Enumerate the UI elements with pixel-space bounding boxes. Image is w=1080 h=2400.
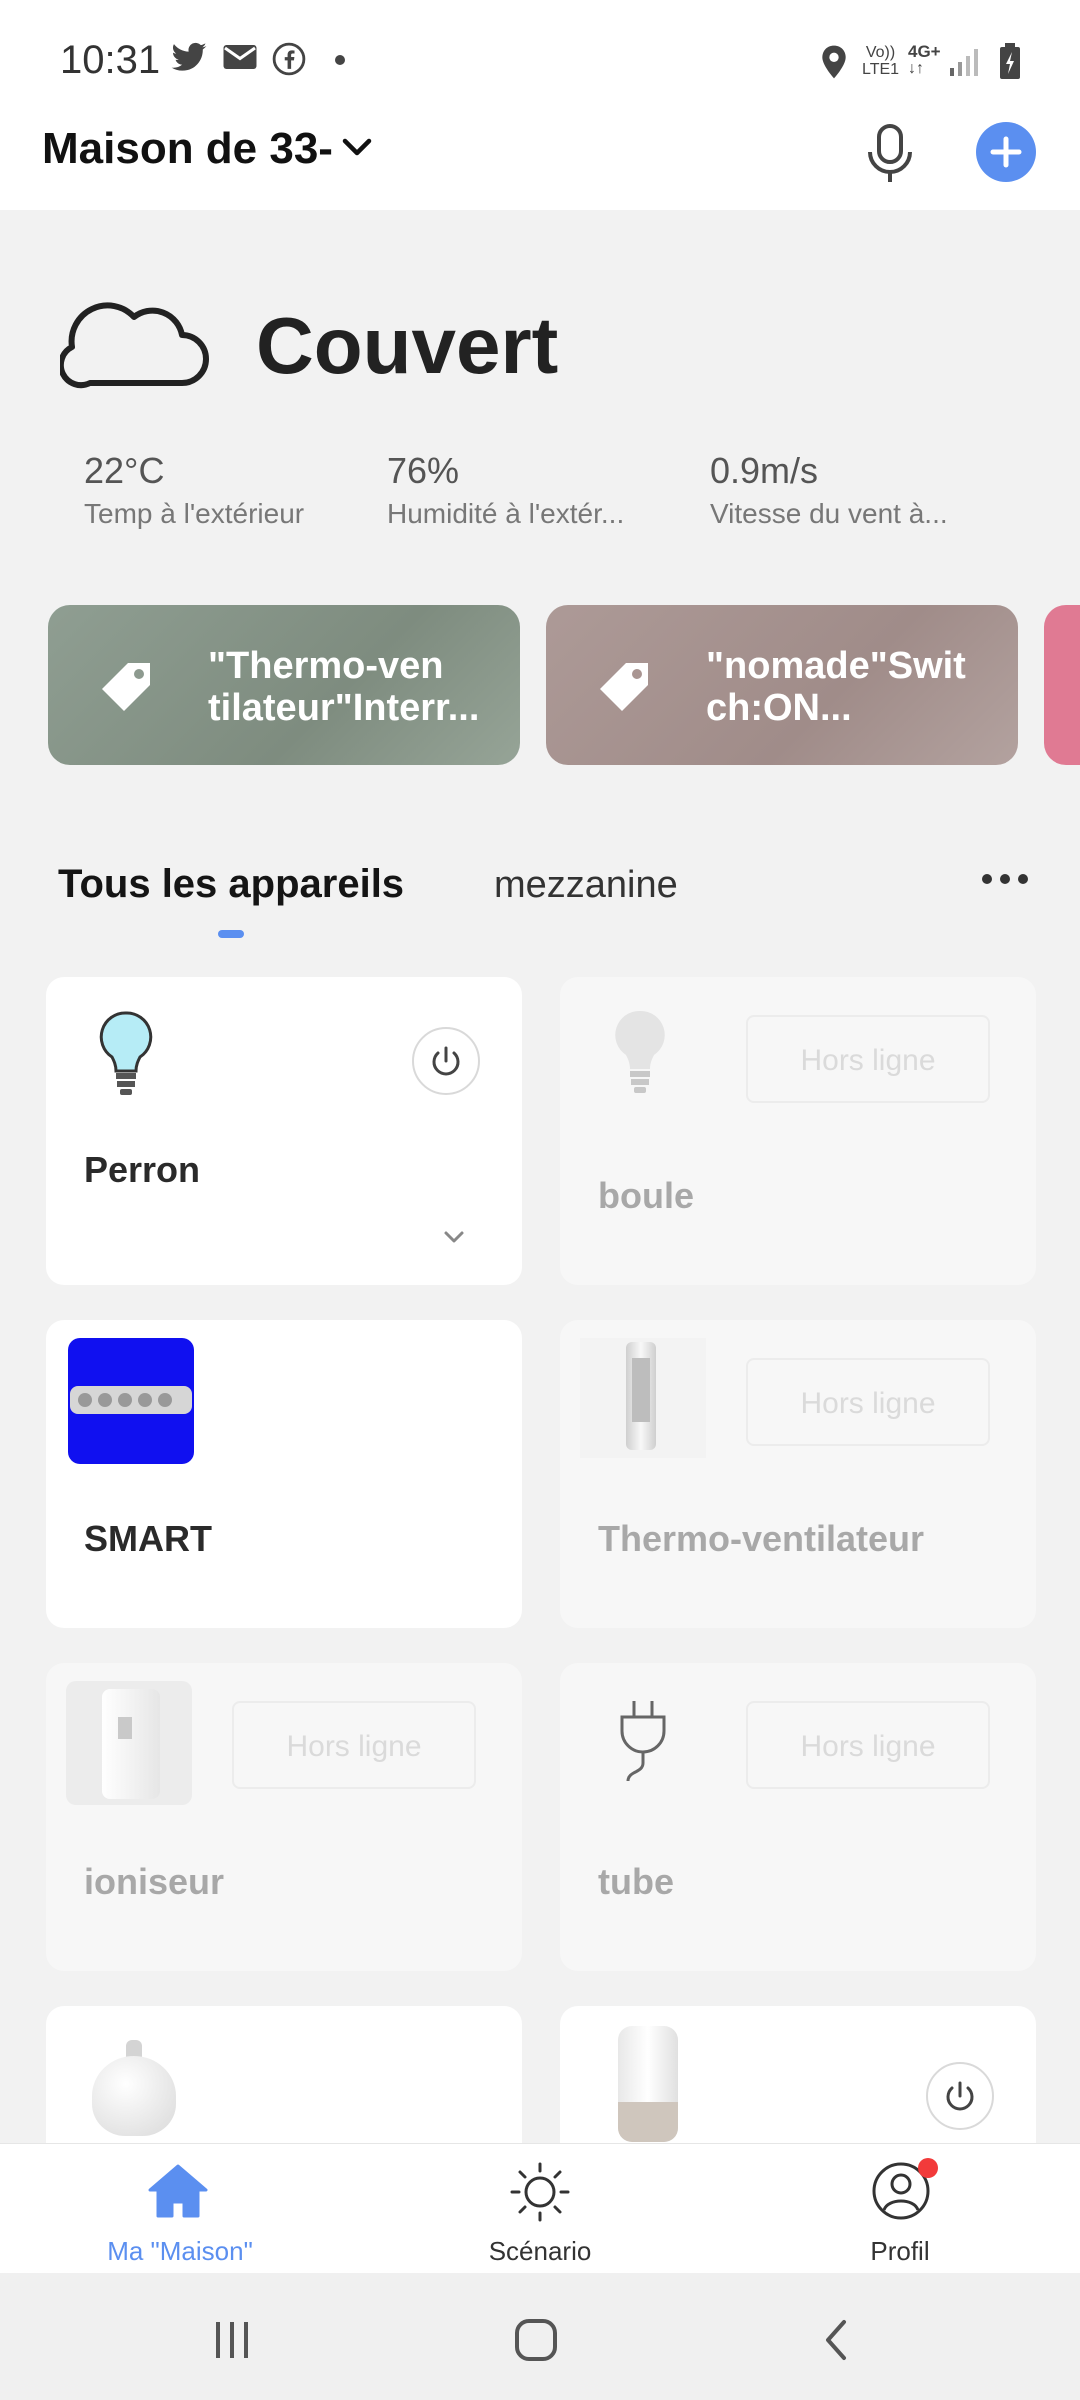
signal-icon — [950, 49, 978, 76]
4g-icon: 4G+ ↓↑ — [908, 42, 941, 77]
recent-apps-icon[interactable] — [210, 2318, 254, 2362]
dot-icon — [335, 55, 345, 65]
scene-label-line1: "Thermo-ven — [208, 645, 444, 687]
device-name: Perron — [84, 1149, 201, 1190]
device-card-tube[interactable]: Hors ligne tube — [560, 1663, 1036, 1971]
scene-card[interactable]: "Thermo-ven tilateur"Interr... — [48, 605, 520, 765]
weather-humidity-value: 76% — [387, 450, 460, 491]
device-card-thermo-ventilateur[interactable]: Hors ligne Thermo-ventilateur — [560, 1320, 1036, 1628]
more-options-icon[interactable] — [980, 872, 1030, 886]
cloud-icon — [60, 302, 209, 389]
notification-badge — [918, 2158, 938, 2178]
tag-icon — [102, 663, 150, 711]
scene-card-partial[interactable] — [1044, 605, 1080, 765]
scene-label: "nomade"Swit ch:ON... — [706, 645, 966, 729]
device-name: ioniseur — [84, 1861, 225, 1902]
offline-badge: Hors ligne — [232, 1701, 476, 1789]
nav-profile[interactable]: Profil — [780, 2152, 1020, 2272]
add-device-button[interactable] — [976, 122, 1036, 182]
power-icon — [946, 2081, 974, 2111]
bulb-icon — [99, 1011, 153, 1095]
power-icon — [432, 1046, 460, 1076]
home-system-icon[interactable] — [512, 2316, 560, 2364]
device-card-ioniseur[interactable]: Hors ligne ioniseur — [46, 1663, 522, 1971]
bulb-icon — [615, 1010, 665, 1093]
weather-humidity-label: Humidité à l'extér... — [387, 498, 625, 529]
device-card-boule[interactable]: Hors ligne boule — [560, 977, 1036, 1285]
scene-card[interactable]: "nomade"Swit ch:ON... — [546, 605, 1018, 765]
power-button[interactable] — [926, 2062, 994, 2130]
home-selector-label[interactable]: Maison de 33- — [42, 124, 333, 174]
device-card-smart[interactable]: SMART — [46, 1320, 522, 1628]
weather-temp-label: Temp à l'extérieur — [84, 498, 305, 529]
scene-label: "Thermo-ven tilateur"Interr... — [208, 645, 479, 729]
offline-badge: Hors ligne — [746, 1701, 990, 1789]
scene-label-line2: ch:ON... — [706, 687, 852, 729]
sun-icon — [510, 2162, 570, 2222]
device-name: SMART — [84, 1518, 212, 1559]
tag-icon — [600, 663, 648, 711]
network-type: 4G+ — [908, 42, 941, 61]
device-name: Thermo-ventilateur — [598, 1518, 925, 1559]
home-icon — [148, 2164, 208, 2218]
weather-wind-label: Vitesse du vent à... — [710, 498, 948, 529]
back-icon[interactable] — [818, 2316, 854, 2364]
offline-badge: Hors ligne — [746, 1015, 990, 1103]
battery-icon — [1000, 43, 1020, 79]
power-button[interactable] — [412, 1027, 480, 1095]
nav-home[interactable]: Ma "Maison" — [60, 2152, 300, 2272]
chevron-down-icon[interactable] — [340, 136, 374, 160]
weather-temp-value: 22°C — [84, 450, 165, 491]
nav-profile-label: Profil — [870, 2236, 930, 2266]
twitter-icon — [171, 42, 207, 71]
active-tab-indicator — [218, 930, 244, 938]
weather-condition: Couvert — [256, 301, 559, 390]
nav-scenario-label: Scénario — [488, 2236, 592, 2266]
microphone-icon[interactable] — [862, 122, 918, 186]
mail-icon — [223, 45, 257, 69]
device-name: tube — [598, 1861, 674, 1902]
offline-badge: Hors ligne — [746, 1358, 990, 1446]
volte-icon: Vo)) LTE1 — [862, 44, 899, 78]
volte-line1: Vo)) — [865, 44, 896, 61]
power-strip-icon — [68, 1338, 194, 1464]
nav-scenario[interactable]: Scénario — [420, 2152, 660, 2272]
scene-label-line1: "nomade"Swit — [706, 645, 966, 687]
chevron-down-icon[interactable] — [442, 1229, 466, 1245]
weather-wind-value: 0.9m/s — [710, 450, 819, 491]
tab-all-devices[interactable]: Tous les appareils — [58, 862, 404, 907]
scene-label-line2: tilateur"Interr... — [208, 687, 480, 729]
humidifier-icon — [600, 2026, 696, 2146]
air-purifier-icon — [66, 1681, 192, 1805]
location-icon — [822, 45, 846, 79]
plug-icon — [620, 1701, 666, 1782]
device-card-perron[interactable]: Perron — [46, 977, 522, 1285]
status-time: 10:31 — [60, 38, 161, 82]
tab-mezzanine[interactable]: mezzanine — [494, 864, 678, 907]
volte-line2: LTE1 — [862, 61, 900, 78]
tower-heater-icon — [580, 1338, 706, 1458]
diffuser-icon — [86, 2032, 182, 2142]
device-name: boule — [598, 1175, 694, 1216]
nav-home-label: Ma "Maison" — [107, 2236, 253, 2266]
facebook-icon — [272, 42, 306, 76]
plus-icon — [990, 136, 1022, 168]
